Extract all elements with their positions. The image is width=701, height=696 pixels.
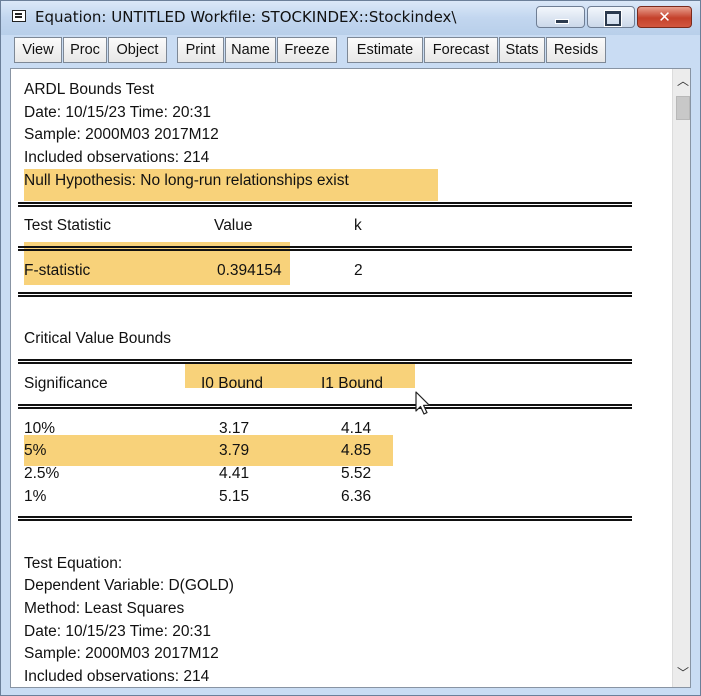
stat-header-value: Value [214, 217, 253, 234]
stat-header-k: k [354, 217, 362, 234]
equation-window: Equation: UNTITLED Workfile: STOCKINDEX:… [0, 0, 701, 696]
table-rule [18, 202, 632, 207]
f-statistic-value: 0.394154 [217, 262, 282, 279]
crit-header-i1-bound: I1 Bound [321, 375, 384, 392]
crit-row-i1: 6.36 [341, 488, 372, 505]
crit-header-i0-bound: I0 Bound [201, 375, 264, 392]
crit-row-i1: 5.52 [341, 465, 372, 482]
test-heading: ARDL Bounds Test [24, 81, 155, 98]
minimize-button[interactable] [536, 6, 585, 28]
date-line: Date: 10/15/23 Time: 20:31 [24, 104, 211, 121]
maximize-icon [604, 10, 622, 27]
crit-row-i1: 4.85 [341, 442, 372, 459]
close-icon: ✕ [658, 8, 671, 26]
equation-sample-line: Sample: 2000M03 2017M12 [24, 645, 219, 662]
window-title: Equation: UNTITLED Workfile: STOCKINDEX:… [35, 8, 457, 26]
table-rule [18, 246, 632, 251]
proc-button[interactable]: Proc [63, 37, 107, 63]
stats-button[interactable]: Stats [499, 37, 545, 63]
resids-button[interactable]: Resids [546, 37, 606, 63]
dependent-variable-line: Dependent Variable: D(GOLD) [24, 577, 234, 594]
crit-row-significance: 1% [24, 488, 47, 505]
crit-row-i0: 3.79 [219, 442, 250, 459]
window-menu-icon[interactable] [12, 10, 26, 22]
maximize-button[interactable] [587, 6, 635, 28]
crit-header-significance: Significance [24, 375, 108, 392]
sample-line: Sample: 2000M03 2017M12 [24, 126, 219, 143]
crit-row-i0: 4.41 [219, 465, 250, 482]
k-value: 2 [354, 262, 363, 279]
test-equation-title: Test Equation: [24, 555, 123, 572]
table-rule [18, 404, 632, 409]
f-statistic-label: F-statistic [24, 262, 91, 279]
equation-observations-line: Included observations: 214 [24, 668, 210, 685]
observations-line: Included observations: 214 [24, 149, 210, 166]
table-rule [18, 516, 632, 521]
view-button[interactable]: View [14, 37, 62, 63]
crit-row-significance: 5% [24, 442, 47, 459]
table-rule [18, 359, 632, 364]
crit-row-significance: 10% [24, 420, 56, 437]
five-percent-row-highlight [24, 435, 393, 466]
print-button[interactable]: Print [177, 37, 224, 63]
table-rule [18, 292, 632, 297]
stat-header-test-statistic: Test Statistic [24, 217, 111, 234]
output-view[interactable]: ARDL Bounds Test Date: 10/15/23 Time: 20… [10, 68, 691, 688]
close-button[interactable]: ✕ [637, 6, 692, 28]
crit-row-i1: 4.14 [341, 420, 372, 437]
crit-row-i0: 3.17 [219, 420, 250, 437]
crit-row-i0: 5.15 [219, 488, 250, 505]
equation-date-line: Date: 10/15/23 Time: 20:31 [24, 623, 211, 640]
freeze-button[interactable]: Freeze [277, 37, 337, 63]
method-line: Method: Least Squares [24, 600, 185, 617]
critical-value-title: Critical Value Bounds [24, 330, 172, 347]
name-button[interactable]: Name [225, 37, 276, 63]
object-button[interactable]: Object [108, 37, 167, 63]
scroll-down-icon[interactable]: ﹀ [673, 665, 690, 681]
scroll-up-icon[interactable]: ︿ [673, 73, 690, 89]
scrollbar-thumb[interactable] [676, 96, 690, 120]
mouse-cursor-icon [415, 391, 431, 415]
null-hypothesis: Null Hypothesis: No long-run relationshi… [24, 172, 349, 189]
vertical-scrollbar[interactable]: ︿ ﹀ [672, 69, 690, 687]
minimize-icon [555, 19, 569, 24]
forecast-button[interactable]: Forecast [424, 37, 498, 63]
toolbar: View Proc Object Print Name Freeze Estim… [10, 37, 692, 65]
crit-row-significance: 2.5% [24, 465, 60, 482]
estimate-button[interactable]: Estimate [347, 37, 423, 63]
title-bar[interactable]: Equation: UNTITLED Workfile: STOCKINDEX:… [1, 1, 700, 35]
